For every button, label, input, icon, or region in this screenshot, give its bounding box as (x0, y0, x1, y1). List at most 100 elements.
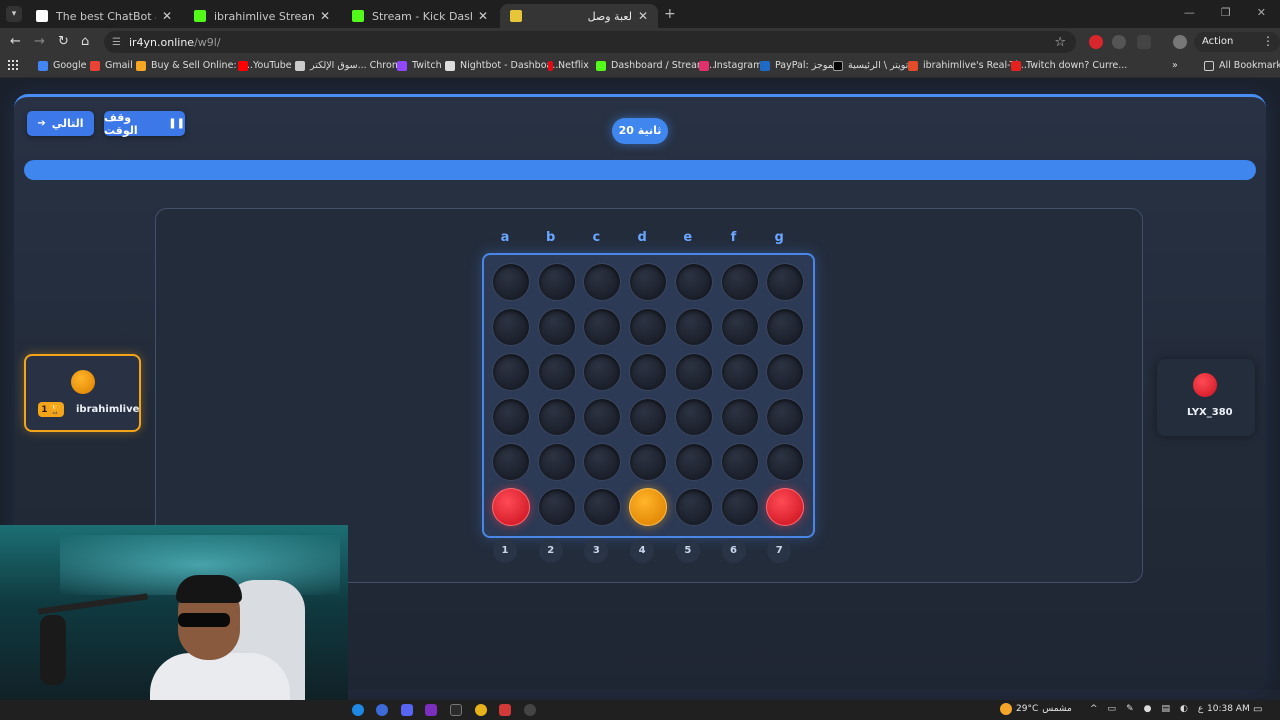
pause-timer-button[interactable]: وقف الوقت ❚❚ (104, 111, 185, 137)
empty-slot[interactable] (674, 263, 713, 301)
bookmark-item[interactable]: Twitch down? Curre... (1011, 60, 1127, 71)
bookmark-item[interactable]: Nightbot - Dashboa... (445, 60, 561, 71)
bookmark-item[interactable]: Google (38, 60, 87, 71)
pen-icon[interactable]: ✎ (1126, 704, 1134, 714)
empty-slot[interactable] (720, 443, 759, 481)
extension-icon[interactable] (1112, 35, 1126, 49)
network-icon[interactable]: ▤ (1161, 704, 1170, 714)
extension-icon[interactable] (1089, 35, 1103, 49)
column-number-button[interactable]: 5 (675, 539, 700, 563)
bookmark-item[interactable]: ibrahimlive's Real-Ti... (908, 60, 1027, 71)
app-icon[interactable] (376, 704, 388, 716)
empty-slot[interactable] (629, 263, 668, 301)
game-board[interactable] (482, 253, 815, 538)
notification-icon[interactable]: ▭ (1253, 704, 1262, 715)
column-number-button[interactable]: 1 (493, 539, 517, 563)
empty-slot[interactable] (629, 443, 668, 481)
empty-slot[interactable] (537, 353, 576, 391)
new-tab-icon[interactable]: + (664, 6, 676, 22)
display-icon[interactable]: ▭ (1108, 704, 1117, 714)
empty-slot[interactable] (492, 353, 530, 391)
empty-slot[interactable] (537, 488, 576, 526)
close-tab-icon[interactable]: ✕ (320, 9, 330, 23)
forward-icon[interactable]: → (34, 34, 45, 49)
mic-icon[interactable]: ● (1144, 704, 1152, 714)
back-icon[interactable]: ← (10, 34, 21, 49)
weather-widget[interactable]: 29°C مشمس (1000, 703, 1072, 715)
browser-menu-icon[interactable]: ⋮ (1262, 34, 1274, 48)
bookmark-item[interactable]: سوق الإلكتر... Chrome (295, 60, 407, 71)
empty-slot[interactable] (492, 263, 530, 301)
chrome-icon[interactable] (475, 704, 487, 716)
empty-slot[interactable] (674, 308, 713, 346)
empty-slot[interactable] (492, 308, 530, 346)
chevron-up-icon[interactable]: ^ (1090, 704, 1098, 714)
more-bookmarks-icon[interactable]: » (1172, 60, 1178, 71)
empty-slot[interactable] (583, 353, 622, 391)
empty-slot[interactable] (537, 263, 576, 301)
empty-slot[interactable] (720, 308, 759, 346)
url-bar[interactable]: ☰ ir4yn.online /w9l/ ☆ (104, 31, 1076, 53)
next-button[interactable]: ➔ التالي (27, 111, 94, 136)
column-number-button[interactable]: 6 (721, 539, 746, 563)
bookmark-item[interactable]: Dashboard / Stream... (596, 60, 715, 71)
red-disc[interactable] (492, 488, 530, 526)
empty-slot[interactable] (766, 443, 805, 481)
clock[interactable]: 10:38 AM (1207, 704, 1250, 714)
empty-slot[interactable] (583, 488, 622, 526)
apps-grid-icon[interactable] (8, 60, 18, 70)
empty-slot[interactable] (583, 443, 622, 481)
column-number-button[interactable]: 7 (767, 539, 792, 563)
empty-slot[interactable] (720, 263, 759, 301)
restore-icon[interactable]: ❐ (1221, 6, 1231, 19)
browser-tab-2[interactable]: ibrahimlive Stream - Watch Live ✕ (184, 4, 340, 28)
close-tab-icon[interactable]: ✕ (162, 9, 172, 23)
empty-slot[interactable] (537, 443, 576, 481)
language-indicator[interactable]: ع (1198, 704, 1203, 714)
empty-slot[interactable] (629, 353, 668, 391)
empty-slot[interactable] (583, 263, 622, 301)
empty-slot[interactable] (720, 488, 759, 526)
bookmark-star-icon[interactable]: ☆ (1054, 35, 1066, 50)
empty-slot[interactable] (720, 353, 759, 391)
bookmark-item[interactable]: Instagram (699, 60, 762, 71)
app-icon[interactable] (425, 704, 437, 716)
browser-tab-1[interactable]: The best ChatBot and Widgets ✕ (26, 4, 182, 28)
empty-slot[interactable] (583, 398, 622, 436)
volume-icon[interactable]: ◐ (1180, 704, 1188, 714)
extensions-puzzle-icon[interactable] (1137, 35, 1151, 49)
empty-slot[interactable] (537, 308, 576, 346)
empty-slot[interactable] (674, 353, 713, 391)
column-number-button[interactable]: 4 (630, 539, 655, 563)
empty-slot[interactable] (629, 308, 668, 346)
tab-search-icon[interactable]: ▾ (6, 6, 22, 22)
close-tab-icon[interactable]: ✕ (478, 9, 488, 23)
bookmark-item[interactable]: Gmail (90, 60, 133, 71)
discord-icon[interactable] (401, 704, 413, 716)
empty-slot[interactable] (492, 398, 530, 436)
empty-slot[interactable] (674, 398, 713, 436)
browser-tab-3[interactable]: Stream - Kick Dashboard ✕ (342, 4, 498, 28)
empty-slot[interactable] (766, 353, 805, 391)
empty-slot[interactable] (492, 443, 530, 481)
empty-slot[interactable] (629, 398, 668, 436)
bookmark-item[interactable]: Netflix (548, 60, 589, 71)
empty-slot[interactable] (766, 308, 805, 346)
empty-slot[interactable] (766, 398, 805, 436)
app-icon[interactable] (450, 704, 462, 716)
column-number-button[interactable]: 2 (538, 539, 563, 563)
empty-slot[interactable] (583, 308, 622, 346)
empty-slot[interactable] (674, 488, 713, 526)
column-number-button[interactable]: 3 (584, 539, 609, 563)
reload-icon[interactable]: ↻ (58, 34, 69, 49)
empty-slot[interactable] (537, 398, 576, 436)
profile-avatar-icon[interactable] (1173, 35, 1187, 49)
empty-slot[interactable] (674, 443, 713, 481)
close-tab-icon[interactable]: ✕ (638, 9, 648, 23)
minimize-icon[interactable]: — (1184, 6, 1195, 19)
red-disc[interactable] (766, 488, 805, 526)
bookmark-item[interactable]: تويتر \ الرئيسية (833, 60, 908, 71)
browser-tab-4-active[interactable]: لعبة وصل ✕ (500, 4, 658, 28)
site-info-icon[interactable]: ☰ (112, 37, 121, 48)
close-window-icon[interactable]: ✕ (1257, 6, 1266, 19)
